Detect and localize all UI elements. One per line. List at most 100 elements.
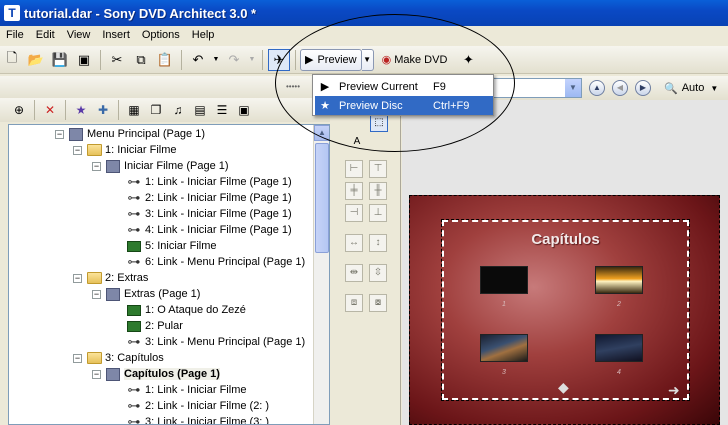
menu-bar: File Edit View Insert Options Help: [0, 26, 728, 44]
tree-row[interactable]: − 2: Extras: [73, 270, 148, 286]
properties-icon[interactable]: ▣: [73, 49, 95, 71]
undo-dropdown-icon[interactable]: ▼: [211, 49, 221, 71]
center-icon[interactable]: ⊕: [8, 100, 30, 120]
tree-row[interactable]: 5: Iniciar Filme: [126, 238, 217, 254]
film-icon: [126, 303, 142, 317]
tree-row[interactable]: ⊶ 2: Link - Iniciar Filme (2: ): [126, 398, 270, 414]
menu-insert[interactable]: Insert: [96, 29, 136, 41]
scroll-up-icon[interactable]: ▲: [314, 125, 329, 141]
chapter-number: 4: [617, 369, 621, 376]
tree-row[interactable]: − 1: Iniciar Filme: [73, 142, 177, 158]
tree-row[interactable]: ⊶ 4: Link - Iniciar Filme (Page 1): [126, 222, 292, 238]
tree-row[interactable]: ⊶ 2: Link - Iniciar Filme (Page 1): [126, 190, 292, 206]
next-page-icon[interactable]: ➜: [668, 383, 684, 397]
redo-dropdown-icon[interactable]: ▼: [247, 49, 257, 71]
same-width-icon[interactable]: ⇹: [345, 264, 363, 282]
tree-row[interactable]: − Iniciar Filme (Page 1): [92, 158, 229, 174]
optimize-icon[interactable]: ✈: [268, 48, 290, 71]
tree-row[interactable]: − Menu Principal (Page 1): [55, 126, 205, 142]
insert-scene-icon[interactable]: ▣: [233, 100, 255, 120]
nav-up-icon[interactable]: ▲: [589, 80, 605, 96]
save-icon[interactable]: 💾: [49, 49, 71, 71]
align-left-icon[interactable]: ⊢: [345, 160, 363, 178]
tree-row[interactable]: ⊶ 1: Link - Iniciar Filme (Page 1): [126, 174, 292, 190]
page-selector-combo[interactable]: ▼: [492, 78, 582, 98]
chapter-thumbnail[interactable]: [480, 334, 528, 362]
tree-scrollbar[interactable]: ▲: [313, 125, 329, 424]
menu-edit[interactable]: Edit: [30, 29, 61, 41]
cut-icon[interactable]: ✂: [106, 49, 128, 71]
folder-icon: [86, 143, 102, 157]
preview-button[interactable]: ▶ Preview: [300, 48, 362, 71]
preview-dropdown-button[interactable]: ▼: [361, 48, 374, 71]
collapse-icon[interactable]: −: [92, 161, 101, 171]
tree-label: 2: Link - Iniciar Filme (Page 1): [145, 192, 292, 204]
menu-file[interactable]: File: [0, 29, 30, 41]
select-tool-icon[interactable]: ⬚: [370, 114, 388, 132]
collapse-icon[interactable]: −: [92, 369, 101, 379]
align-top-icon[interactable]: ⊤: [369, 160, 387, 178]
insert-list-icon[interactable]: ☰: [211, 100, 233, 120]
burn-icon[interactable]: ✦: [457, 49, 479, 71]
align-right-icon[interactable]: ⊣: [345, 204, 363, 222]
make-dvd-button[interactable]: ◉ Make DVD: [382, 53, 448, 67]
menu-item-shortcut: F9: [433, 80, 446, 93]
tree-row[interactable]: ⊶ 3: Link - Iniciar Filme (3: ): [126, 414, 270, 424]
dvd-menu-preview[interactable]: Capítulos 1 2 3 4 ◆ ➜: [409, 195, 720, 425]
insert-submenu-icon[interactable]: ✚: [92, 100, 114, 120]
dvd-menu-title[interactable]: Capítulos: [410, 231, 719, 248]
insert-image-icon[interactable]: ▦: [123, 100, 145, 120]
paste-icon[interactable]: 📋: [154, 49, 176, 71]
align-bottom-icon[interactable]: ⊥: [369, 204, 387, 222]
panel-divider[interactable]: [400, 100, 401, 425]
text-tool-icon[interactable]: A: [348, 134, 366, 152]
tree-row[interactable]: 1: O Ataque do Zezé: [126, 302, 246, 318]
redo-icon[interactable]: ↷: [223, 49, 245, 71]
insert-pages-icon[interactable]: ❐: [145, 100, 167, 120]
collapse-icon[interactable]: −: [92, 289, 101, 299]
same-height-icon[interactable]: ⇳: [369, 264, 387, 282]
folder-icon: [86, 351, 102, 365]
tree-row[interactable]: ⊶ 3: Link - Iniciar Filme (Page 1): [126, 206, 292, 222]
new-file-icon[interactable]: 🗋: [1, 49, 23, 71]
menu-view[interactable]: View: [61, 29, 97, 41]
space-horizontal-icon[interactable]: ↔: [345, 234, 363, 252]
align-center-v-icon[interactable]: ╫: [369, 182, 387, 200]
tree-row[interactable]: − Extras (Page 1): [92, 286, 200, 302]
preview-label: Preview: [317, 53, 357, 66]
space-vertical-icon[interactable]: ↕: [369, 234, 387, 252]
delete-icon[interactable]: ✕: [39, 100, 61, 120]
zoom-control[interactable]: 🔍 Auto ▼: [664, 78, 718, 98]
nav-back-icon[interactable]: ◀: [612, 80, 628, 96]
menu-help[interactable]: Help: [186, 29, 221, 41]
menu-item-label: Preview Current: [339, 80, 418, 93]
undo-icon[interactable]: ↶: [187, 49, 209, 71]
collapse-icon[interactable]: −: [73, 145, 82, 155]
tree-row[interactable]: − Capítulos (Page 1): [92, 366, 220, 382]
tree-row[interactable]: ⊶ 6: Link - Menu Principal (Page 1): [126, 254, 306, 270]
nav-forward-icon[interactable]: ▶: [635, 80, 651, 96]
insert-menu-icon[interactable]: ★: [70, 100, 92, 120]
previous-page-icon[interactable]: ◆: [558, 380, 574, 394]
chapter-thumbnail[interactable]: [480, 266, 528, 294]
menu-item-preview-disc[interactable]: ★ Preview Disc Ctrl+F9: [315, 96, 493, 115]
menu-item-preview-current[interactable]: ▶ Preview Current F9: [315, 77, 493, 96]
tree-row[interactable]: ⊶ 1: Link - Iniciar Filme: [126, 382, 247, 398]
copy-icon[interactable]: ⧉: [130, 49, 152, 71]
tree-row[interactable]: − 3: Capítulos: [73, 350, 164, 366]
insert-music-icon[interactable]: ♫: [167, 100, 189, 120]
tree-row[interactable]: ⊶ 3: Link - Menu Principal (Page 1): [126, 334, 306, 350]
collapse-icon[interactable]: −: [73, 273, 82, 283]
open-folder-icon[interactable]: 📂: [25, 49, 47, 71]
align-center-h-icon[interactable]: ╪: [345, 182, 363, 200]
center-h-page-icon[interactable]: ⧈: [345, 294, 363, 312]
tree-row[interactable]: 2: Pular: [126, 318, 183, 334]
chapter-thumbnail[interactable]: [595, 266, 643, 294]
chapter-thumbnail[interactable]: [595, 334, 643, 362]
collapse-icon[interactable]: −: [73, 353, 82, 363]
center-v-page-icon[interactable]: ⧇: [369, 294, 387, 312]
menu-options[interactable]: Options: [136, 29, 186, 41]
scroll-thumb[interactable]: [315, 143, 329, 253]
collapse-icon[interactable]: −: [55, 129, 64, 139]
insert-film-icon[interactable]: ▤: [189, 100, 211, 120]
